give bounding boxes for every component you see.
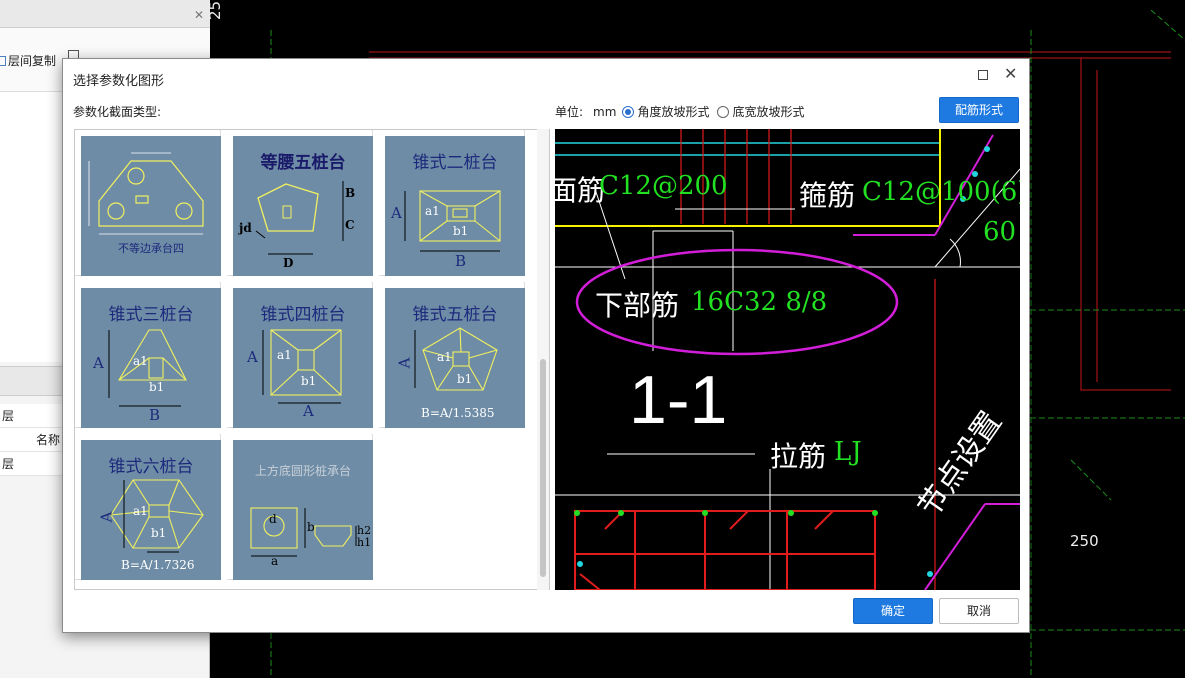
preview-label: 面筋: [555, 174, 606, 207]
shape-item[interactable]: 等腰五桩台 B C jd D: [227, 130, 373, 276]
maximize-icon[interactable]: [978, 70, 988, 80]
dialog-title: 选择参数化图形: [73, 74, 165, 89]
table-row-label: 层: [2, 457, 15, 471]
section-title: 1-1: [629, 362, 728, 438]
preview-label: 箍筋: [799, 179, 856, 212]
radio-width-label: 底宽放坡形式: [732, 105, 805, 119]
shape-item[interactable]: 锥式六桩台 a1 b1 A B=A/1.7326: [75, 434, 221, 580]
dim-label: A: [247, 348, 258, 366]
dim-label: A: [303, 402, 314, 420]
dim-label: B: [455, 252, 467, 270]
dim-label: b1: [453, 224, 469, 238]
dimension-label: 250: [1070, 532, 1099, 550]
dim-label: a1: [437, 350, 452, 364]
ok-button[interactable]: 确定: [853, 598, 933, 624]
dim-label: A: [391, 204, 402, 222]
preview-label: 下部筋: [595, 289, 680, 322]
shape-thumbnail: 不等边承台四: [81, 136, 221, 276]
vertical-scrollbar[interactable]: [537, 129, 549, 590]
scroll-thumb[interactable]: [540, 359, 546, 577]
preview-value: 60: [983, 217, 1017, 247]
dim-label: b1: [149, 380, 165, 394]
radio-angle-label: 角度放坡形式: [637, 105, 710, 119]
preview-value: 16C32 8/8: [691, 287, 828, 317]
preview-value: LJ: [834, 437, 862, 467]
layer-row-label: 层: [2, 409, 15, 423]
dim-label: b1: [457, 372, 473, 386]
dim-label: a1: [277, 348, 292, 362]
shape-item[interactable]: 上方底圆形桩承台 d b a h2 h1: [227, 434, 373, 580]
shape-thumbnail: 锥式二桩台 a1 b1 A B: [385, 136, 525, 276]
dim-label: a1: [133, 504, 148, 518]
dim-label: B: [149, 406, 161, 424]
close-icon[interactable]: ✕: [1004, 65, 1017, 83]
shape-item[interactable]: 锥式四桩台 a1 b1 A A: [227, 282, 373, 428]
dim-label: jd: [239, 221, 252, 235]
unit-row: 单位: mm 角度放坡形式 底宽放坡形式: [555, 103, 804, 120]
shape-thumbnail: 上方底圆形桩承台 d b a h2 h1: [233, 440, 373, 580]
dim-label: A: [93, 354, 104, 372]
cancel-button[interactable]: 取消: [939, 598, 1019, 624]
shape-thumbnail: 锥式五桩台 a1 b1 A B=A/1.5385: [385, 288, 525, 428]
shape-thumbnail: 锥式三桩台 a1 b1 A B: [81, 288, 221, 428]
dim-label: b: [307, 520, 315, 534]
unit-value: mm: [593, 104, 617, 119]
radio-width[interactable]: 底宽放坡形式: [717, 103, 804, 120]
radio-width-icon: [717, 105, 730, 118]
dim-label: A: [395, 357, 414, 369]
preview-panel: 面筋 C12@200 箍筋 C12@100(6) 60 下部筋 16C32 8/…: [555, 129, 1020, 590]
dim-label: a1: [133, 354, 148, 368]
types-label: 参数化截面类型:: [73, 105, 162, 119]
layer-copy-button[interactable]: 层间复制: [0, 52, 56, 69]
dim-label: a1: [425, 204, 440, 218]
dim-label: D: [283, 256, 294, 270]
dimension-label: 250: [206, 0, 224, 20]
shape-thumbnail: 锥式四桩台 a1 b1 A A: [233, 288, 373, 428]
rebar-form-button[interactable]: 配筋形式: [939, 97, 1019, 123]
layer-copy-label: 层间复制: [8, 54, 57, 68]
preview-value: C12@200: [599, 171, 728, 201]
shape-thumbnail: 锥式六桩台 a1 b1 A B=A/1.7326: [81, 440, 221, 580]
radio-angle[interactable]: 角度放坡形式: [622, 103, 709, 120]
dim-label: d: [269, 512, 277, 526]
dim-label: C: [345, 218, 355, 232]
radio-angle-icon: [622, 105, 635, 118]
shape-caption: B=A/1.5385: [421, 406, 495, 420]
select-shape-dialog: 选择参数化图形 ✕ 参数化截面类型: 单位: mm 角度放坡形式 底宽放坡形式 …: [62, 58, 1030, 633]
panel-header: ✕: [0, 0, 210, 28]
shape-caption: B=A/1.7326: [121, 558, 195, 572]
shape-grid: 不等边承台四 等腰五桩台 B C jd D 锥式二桩台 a1 b1 A B 锥式…: [74, 129, 550, 590]
dim-label: b1: [301, 374, 317, 388]
dim-label: A: [97, 511, 116, 523]
dim-label: B: [345, 186, 356, 200]
layer-copy-icon: [0, 56, 6, 66]
column-name-header: 名称: [36, 433, 61, 447]
shape-caption: 不等边承台四: [118, 242, 184, 255]
shape-item[interactable]: 不等边承台四: [75, 130, 221, 276]
shape-item[interactable]: 锥式三桩台 a1 b1 A B: [75, 282, 221, 428]
dim-label: h1: [357, 536, 372, 549]
shape-item[interactable]: 锥式五桩台 a1 b1 A B=A/1.5385: [379, 282, 525, 428]
unit-label: 单位:: [555, 105, 584, 119]
dim-label: b1: [151, 526, 167, 540]
shape-thumbnail: 等腰五桩台 B C jd D: [233, 136, 373, 276]
dim-label: a: [271, 554, 279, 568]
preview-label: 拉筋: [770, 440, 827, 473]
preview-value: C12@100(6): [862, 177, 1020, 207]
shape-item[interactable]: 锥式二桩台 a1 b1 A B: [379, 130, 525, 276]
close-icon[interactable]: ✕: [194, 9, 204, 21]
